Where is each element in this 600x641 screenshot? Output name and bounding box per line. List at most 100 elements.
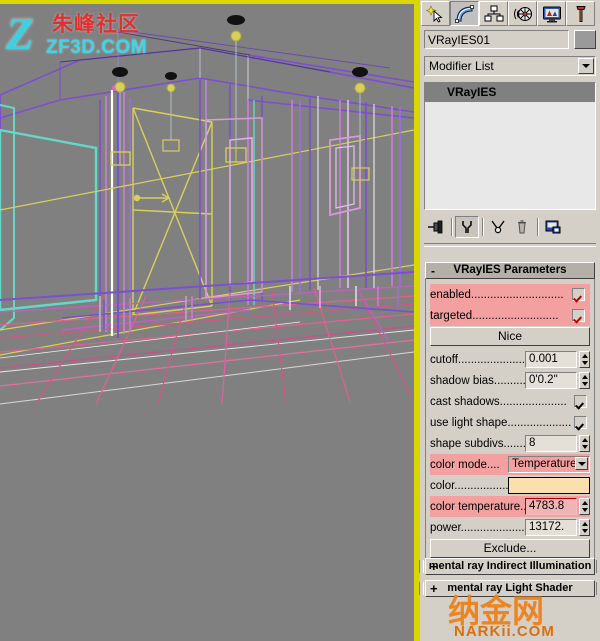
cutoff-input[interactable]: 0.001 xyxy=(525,351,577,368)
display-monitor-icon xyxy=(542,6,561,22)
object-name-row: VRayIES01 xyxy=(424,30,596,50)
color-temperature-stepper[interactable] xyxy=(579,498,590,515)
modifier-list-label: Modifier List xyxy=(429,59,494,73)
use-light-shape-checkbox[interactable] xyxy=(574,416,587,429)
make-unique-button[interactable] xyxy=(486,216,510,238)
modifier-stack-toolbar xyxy=(424,214,596,240)
pin-icon xyxy=(428,220,443,234)
make-unique-icon xyxy=(491,220,505,234)
rollout-grip-left xyxy=(419,560,424,573)
power-input[interactable]: 13172. xyxy=(525,519,577,536)
object-name-field[interactable]: VRayIES01 xyxy=(424,30,569,49)
rollout-title: VRayIES Parameters xyxy=(453,264,567,276)
command-panel-tabs xyxy=(421,1,599,27)
rollout-grip-left xyxy=(419,582,424,595)
row-shadow-bias: shadow bias........... 0'0.2" xyxy=(430,370,590,391)
color-label: color................. xyxy=(430,479,509,492)
row-color: color................. xyxy=(430,475,590,496)
row-color-mode: color mode.... Temperature xyxy=(430,454,590,475)
chevron-down-icon[interactable] xyxy=(575,457,588,470)
shadow-bias-stepper[interactable] xyxy=(579,372,590,389)
cast-shadows-checkbox[interactable] xyxy=(574,395,587,408)
mental-ray-indirect-illumination-rollout[interactable]: + mental ray Indirect Illumination xyxy=(419,558,600,575)
remove-modifier-button[interactable] xyxy=(510,216,534,238)
cutoff-spinner-group: 0.001 xyxy=(525,351,590,368)
row-shape-subdivs: shape subdivs........ 8 xyxy=(430,433,590,454)
shape-subdivs-stepper[interactable] xyxy=(579,435,590,452)
modifier-stack-item-vrayies[interactable]: VRayIES xyxy=(425,83,595,102)
rollout-header[interactable]: + mental ray Indirect Illumination xyxy=(425,558,595,575)
targeted-checkbox-wrap xyxy=(569,307,590,324)
rollout-grip-right xyxy=(596,582,600,595)
arc-curve-icon xyxy=(454,4,474,23)
tab-motion[interactable] xyxy=(508,1,537,26)
toolbar-separator xyxy=(448,218,455,236)
toolbar-separator xyxy=(479,218,486,236)
rollout-expand-sign: + xyxy=(430,559,438,574)
tab-hierarchy[interactable] xyxy=(479,1,508,26)
configure-modifier-sets-button[interactable] xyxy=(541,216,565,238)
configure-sets-icon xyxy=(545,220,561,234)
show-end-result-icon xyxy=(462,221,472,233)
color-swatch[interactable] xyxy=(508,477,590,494)
trash-icon xyxy=(518,220,526,234)
row-enabled: enabled............................. xyxy=(430,284,590,305)
rollout-grip-right xyxy=(596,560,600,573)
enabled-checkbox[interactable] xyxy=(572,288,585,301)
modifier-stack-list[interactable]: VRayIES xyxy=(424,82,596,210)
targeted-label: targeted........................... xyxy=(430,309,559,322)
pin-stack-button[interactable] xyxy=(424,216,448,238)
shadow-bias-input[interactable]: 0'0.2" xyxy=(525,372,577,389)
color-mode-dropdown[interactable]: Temperature xyxy=(508,456,590,473)
rollout-header[interactable]: + mental ray Light Shader xyxy=(425,580,595,597)
use-light-shape-label: use light shape.................... xyxy=(430,416,572,429)
shape-subdivs-input[interactable]: 8 xyxy=(525,435,577,452)
panel-divider xyxy=(424,243,596,247)
power-spinner-group: 13172. xyxy=(525,519,590,536)
chevron-down-icon[interactable] xyxy=(578,58,594,74)
row-cast-shadows: cast shadows..................... xyxy=(430,391,590,412)
power-stepper[interactable] xyxy=(579,519,590,536)
enabled-checkbox-wrap xyxy=(569,286,590,303)
toolbar-separator xyxy=(534,218,541,236)
power-label: power......................... xyxy=(430,521,525,534)
row-power: power......................... 13172. xyxy=(430,517,590,538)
row-targeted: targeted........................... xyxy=(430,305,590,326)
show-end-result-button[interactable] xyxy=(455,216,479,238)
rollout-title: mental ray Indirect Illumination xyxy=(428,560,592,572)
tab-modify[interactable] xyxy=(450,1,479,26)
row-color-temperature: color temperature.... 4783.8 xyxy=(430,496,590,517)
rollout-body: enabled............................. tar… xyxy=(425,279,595,568)
mental-ray-light-shader-rollout[interactable]: + mental ray Light Shader xyxy=(419,580,600,597)
cutoff-stepper[interactable] xyxy=(579,351,590,368)
shape-subdivs-spinner-group: 8 xyxy=(525,435,590,452)
cutoff-label: cutoff....................... xyxy=(430,353,525,366)
exclude-button[interactable]: Exclude... xyxy=(430,539,590,558)
color-temperature-label: color temperature.... xyxy=(430,500,525,513)
motion-wheel-icon xyxy=(513,6,532,21)
color-temperature-input[interactable]: 4783.8 xyxy=(525,498,577,515)
tab-create[interactable] xyxy=(421,1,450,26)
row-cutoff: cutoff....................... 0.001 xyxy=(430,349,590,370)
shadow-bias-label: shadow bias........... xyxy=(430,374,525,387)
color-mode-label: color mode.... xyxy=(430,458,500,471)
tab-display[interactable] xyxy=(537,1,566,26)
hierarchy-tree-icon xyxy=(484,5,503,21)
ies-file-button[interactable]: Nice xyxy=(430,327,590,346)
targeted-checkbox[interactable] xyxy=(572,309,585,322)
color-mode-value: Temperature xyxy=(512,458,577,470)
star-cursor-icon xyxy=(425,4,443,23)
rollout-collapse-sign: - xyxy=(431,264,435,278)
rollout-header[interactable]: - VRayIES Parameters xyxy=(425,262,595,279)
vrayies-parameters-rollout: - VRayIES Parameters enabled............… xyxy=(425,262,595,568)
perspective-viewport[interactable]: Z 朱峰社区 ZF3D.COM xyxy=(0,0,414,641)
object-color-swatch[interactable] xyxy=(574,30,596,49)
shape-subdivs-label: shape subdivs........ xyxy=(430,437,525,450)
viewport-wireframe xyxy=(0,0,414,641)
color-temperature-spinner-group: 4783.8 xyxy=(525,498,590,515)
rollout-expand-sign: + xyxy=(430,581,438,596)
modifier-list-dropdown[interactable]: Modifier List xyxy=(424,56,596,76)
row-use-light-shape: use light shape.................... xyxy=(430,412,590,433)
tab-utilities[interactable] xyxy=(566,1,595,26)
viewport-active-border-top xyxy=(0,0,414,4)
